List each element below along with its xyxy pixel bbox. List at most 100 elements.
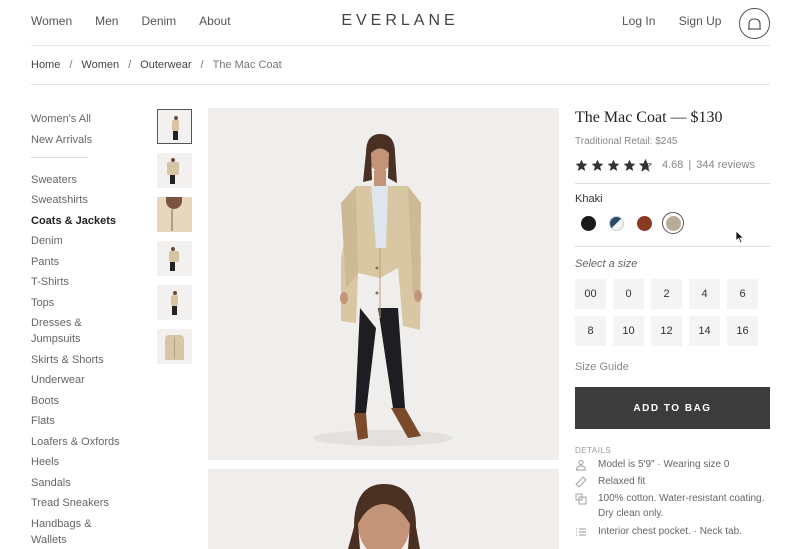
detail-text: Relaxed fit [598, 476, 646, 487]
model-figure [167, 158, 179, 184]
model-figure [169, 247, 179, 271]
sidebar-divider [31, 156, 88, 158]
sidebar-item-jumpsuits[interactable]: Jumpsuits [31, 332, 141, 346]
model-closeup-image [348, 484, 420, 549]
size-button-00[interactable]: 00 [575, 279, 606, 309]
detail-text: Interior chest pocket. · Neck tab. [598, 526, 742, 537]
swatch-khaki-selected[interactable] [662, 212, 684, 234]
breadcrumb-women[interactable]: Women [81, 59, 119, 71]
rating-separator: | [688, 159, 692, 171]
thumbnail-3[interactable] [157, 197, 192, 232]
detail-fit: Relaxed fit [575, 474, 770, 489]
header-divider [31, 45, 770, 46]
size-button-16[interactable]: 16 [727, 316, 758, 346]
sidebar-item-underwear[interactable]: Underwear [31, 373, 141, 387]
sidebar-item-coats-jackets[interactable]: Coats & Jackets [31, 214, 141, 228]
detail-text: Dry clean only. [598, 508, 664, 519]
detail-fabric: 100% cotton. Water-resistant coating. [575, 491, 770, 506]
sidebar-item-wallets[interactable]: Wallets [31, 533, 141, 547]
sidebar-item-sweatshirts[interactable]: Sweatshirts [31, 193, 141, 207]
size-button-12[interactable]: 12 [651, 316, 682, 346]
star-icon [575, 159, 588, 171]
star-half-icon [639, 158, 652, 172]
sidebar-item-sweaters[interactable]: Sweaters [31, 173, 141, 187]
product-secondary-image[interactable] [208, 469, 559, 549]
breadcrumb-home[interactable]: Home [31, 59, 60, 71]
sidebar-item-denim[interactable]: Denim [31, 234, 141, 248]
fabric-icon [575, 493, 587, 505]
swatch-khaki [665, 215, 681, 231]
model-figure [171, 291, 178, 315]
size-button-14[interactable]: 14 [689, 316, 720, 346]
breadcrumb-outerwear[interactable]: Outerwear [140, 59, 191, 71]
divider [575, 183, 770, 184]
sidebar-item-skirts-shorts[interactable]: Skirts & Shorts [31, 353, 141, 367]
size-button-6[interactable]: 6 [727, 279, 758, 309]
signup-link[interactable]: Sign Up [679, 14, 722, 28]
sidebar-item-t-shirts[interactable]: T-Shirts [31, 275, 141, 289]
sidebar-item-loafers-oxfords[interactable]: Loafers & Oxfords [31, 435, 141, 449]
detail-model: Model is 5'9" · Wearing size 0 [575, 457, 770, 472]
traditional-retail-price: Traditional Retail: $245 [575, 136, 678, 147]
product-rating[interactable]: 4.68 | 344 reviews [575, 157, 770, 173]
thumbnail-4[interactable] [157, 241, 192, 276]
sidebar-item-tread-sneakers[interactable]: Tread Sneakers [31, 496, 141, 510]
thumbnail-2[interactable] [157, 153, 192, 188]
size-button-4[interactable]: 4 [689, 279, 720, 309]
select-size-label: Select a size [575, 258, 638, 270]
detail-text: Model is 5'9" · Wearing size 0 [598, 459, 730, 470]
sidebar-item-sandals[interactable]: Sandals [31, 476, 141, 490]
size-guide-link[interactable]: Size Guide [575, 361, 770, 373]
size-button-10[interactable]: 10 [613, 316, 644, 346]
thumbnail-strip [157, 109, 193, 373]
person-icon [576, 459, 586, 471]
review-count-link[interactable]: 344 reviews [696, 159, 755, 171]
size-button-8[interactable]: 8 [575, 316, 606, 346]
sidebar-item-boots[interactable]: Boots [31, 394, 141, 408]
size-grid: 00 0 2 4 6 8 10 12 14 16 [575, 279, 770, 346]
star-rating [575, 158, 652, 172]
sidebar-item-heels[interactable]: Heels [31, 455, 141, 469]
breadcrumb-divider [31, 84, 770, 85]
size-button-0[interactable]: 0 [613, 279, 644, 309]
account-nav: Log In Sign Up [622, 14, 741, 28]
star-icon [623, 159, 636, 171]
thumbnail-5[interactable] [157, 285, 192, 320]
sidebar-item-womens-all[interactable]: Women's All [31, 112, 141, 126]
swatch-black[interactable] [581, 215, 596, 231]
star-icon [591, 159, 604, 171]
sidebar-item-flats[interactable]: Flats [31, 414, 141, 428]
swatch-rust[interactable] [637, 215, 652, 231]
detail-text: 100% cotton. Water-resistant coating. [598, 493, 765, 504]
sidebar-item-tops[interactable]: Tops [31, 296, 141, 310]
details-heading: DETAILS [575, 446, 612, 455]
category-sidebar: Women's All New Arrivals Sweaters Sweats… [31, 112, 141, 549]
breadcrumb: Home / Women / Outerwear / The Mac Coat [31, 59, 282, 71]
sidebar-item-handbags[interactable]: Handbags & [31, 517, 141, 531]
model-figure [172, 116, 179, 140]
detail-features: Interior chest pocket. · Neck tab. [575, 524, 770, 539]
cart-button[interactable] [739, 8, 770, 39]
cart-icon [748, 17, 761, 30]
sidebar-item-new-arrivals[interactable]: New Arrivals [31, 133, 141, 147]
sidebar-item-dresses[interactable]: Dresses & [31, 316, 141, 330]
site-header: Women Men Denim About EVERLANE Log In Si… [0, 0, 800, 46]
mouse-cursor-icon [735, 230, 745, 244]
list-icon [576, 528, 586, 536]
size-button-2[interactable]: 2 [651, 279, 682, 309]
thumbnail-6[interactable] [157, 329, 192, 364]
ruler-icon [575, 476, 587, 488]
rating-value: 4.68 [662, 159, 684, 171]
detail-care: Dry clean only. [575, 506, 770, 521]
add-to-bag-button[interactable]: ADD TO BAG [575, 387, 770, 429]
thumbnail-1[interactable] [157, 109, 192, 144]
selected-color-label: Khaki [575, 193, 603, 205]
product-title: The Mac Coat — $130 [575, 109, 723, 126]
breadcrumb-current: The Mac Coat [212, 59, 282, 71]
sidebar-item-pants[interactable]: Pants [31, 255, 141, 269]
login-link[interactable]: Log In [622, 14, 655, 28]
divider [575, 246, 770, 247]
model-coat-image [313, 134, 453, 446]
swatch-navy-white[interactable] [609, 215, 624, 231]
product-main-image[interactable] [208, 108, 559, 460]
